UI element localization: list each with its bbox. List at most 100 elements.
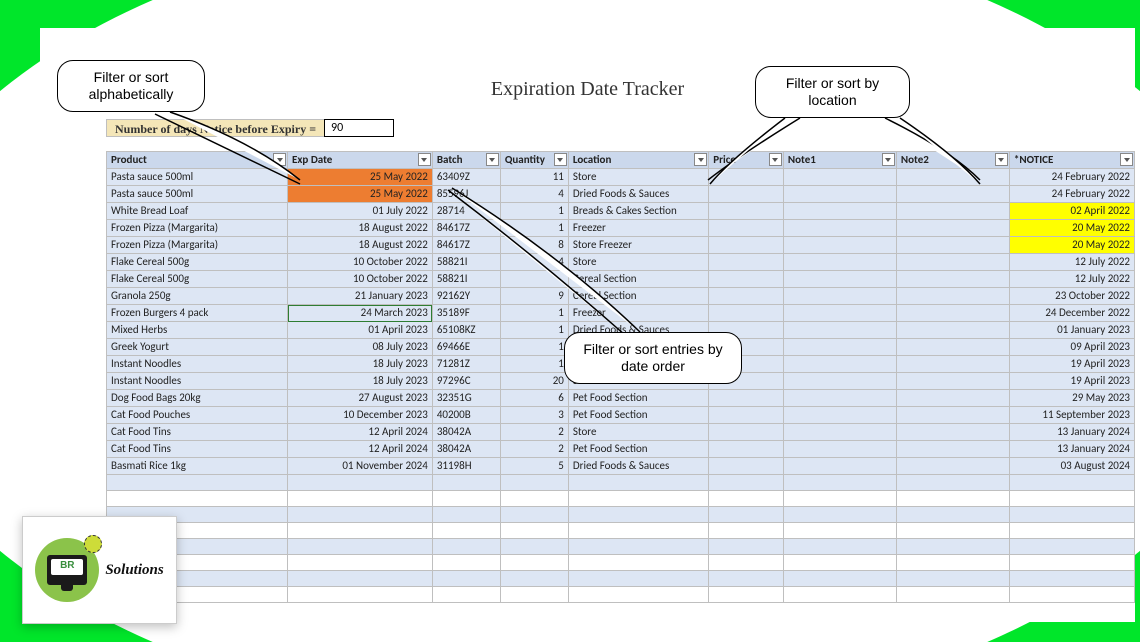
cell[interactable]	[709, 407, 784, 424]
cell[interactable]: Frozen Pizza (Margarita)	[107, 237, 288, 254]
table-row-empty[interactable]	[107, 507, 1135, 523]
table-row[interactable]: Frozen Burgers 4 pack24 March 202335189F…	[107, 305, 1135, 322]
cell[interactable]: Instant Noodles	[107, 373, 288, 390]
cell-empty[interactable]	[896, 587, 1009, 603]
cell[interactable]: 1	[500, 339, 568, 356]
cell[interactable]: 97296C	[432, 373, 500, 390]
cell[interactable]: 84617Z	[432, 220, 500, 237]
cell-empty[interactable]	[500, 587, 568, 603]
cell[interactable]	[783, 186, 896, 203]
cell[interactable]	[783, 424, 896, 441]
cell-empty[interactable]	[107, 491, 288, 507]
cell[interactable]	[896, 220, 1009, 237]
cell[interactable]: Basmati Rice 1kg	[107, 458, 288, 475]
cell-empty[interactable]	[288, 507, 433, 523]
cell[interactable]: 18 July 2023	[288, 356, 433, 373]
cell[interactable]: 19 April 2023	[1009, 356, 1134, 373]
cell[interactable]: 40200B	[432, 407, 500, 424]
cell-empty[interactable]	[288, 555, 433, 571]
cell[interactable]: Cat Food Pouches	[107, 407, 288, 424]
cell[interactable]	[709, 458, 784, 475]
cell[interactable]: Cat Food Tins	[107, 424, 288, 441]
cell-empty[interactable]	[288, 475, 433, 491]
cell[interactable]	[783, 356, 896, 373]
cell[interactable]: 01 April 2023	[288, 322, 433, 339]
cell[interactable]: 58821I	[432, 271, 500, 288]
cell[interactable]: Frozen Burgers 4 pack	[107, 305, 288, 322]
cell-empty[interactable]	[709, 523, 784, 539]
cell-empty[interactable]	[432, 475, 500, 491]
cell[interactable]: 32351G	[432, 390, 500, 407]
cell[interactable]	[896, 169, 1009, 186]
cell-empty[interactable]	[568, 507, 708, 523]
cell[interactable]: Store	[568, 169, 708, 186]
filter-button[interactable]	[486, 153, 499, 166]
cell[interactable]: 09 April 2023	[1009, 339, 1134, 356]
cell-empty[interactable]	[432, 571, 500, 587]
filter-button[interactable]	[995, 153, 1008, 166]
cell[interactable]: 03 August 2024	[1009, 458, 1134, 475]
table-row[interactable]: Cat Food Tins12 April 202438042A2Store13…	[107, 424, 1135, 441]
cell[interactable]	[783, 305, 896, 322]
cell-empty[interactable]	[432, 555, 500, 571]
table-row-empty[interactable]	[107, 539, 1135, 555]
cell-empty[interactable]	[500, 571, 568, 587]
cell-empty[interactable]	[568, 587, 708, 603]
table-row[interactable]: Flake Cereal 500g10 October 202258821I4S…	[107, 254, 1135, 271]
cell[interactable]	[783, 373, 896, 390]
cell-empty[interactable]	[1009, 491, 1134, 507]
cell[interactable]	[783, 407, 896, 424]
filter-button[interactable]	[694, 153, 707, 166]
cell[interactable]	[896, 458, 1009, 475]
cell[interactable]: 20	[500, 373, 568, 390]
cell-empty[interactable]	[288, 571, 433, 587]
cell[interactable]: 1	[500, 203, 568, 220]
cell[interactable]: Pet Food Section	[568, 441, 708, 458]
cell[interactable]: Pasta sauce 500ml	[107, 169, 288, 186]
cell[interactable]: 85596J	[432, 186, 500, 203]
table-row[interactable]: Granola 250g21 January 202392162Y9Cereal…	[107, 288, 1135, 305]
cell-empty[interactable]	[896, 571, 1009, 587]
cell[interactable]: 24 March 2023	[288, 305, 433, 322]
cell[interactable]: Cat Food Tins	[107, 441, 288, 458]
cell-empty[interactable]	[1009, 555, 1134, 571]
cell[interactable]	[896, 254, 1009, 271]
cell-empty[interactable]	[896, 555, 1009, 571]
cell[interactable]: 2	[500, 424, 568, 441]
cell[interactable]: 38042A	[432, 441, 500, 458]
cell[interactable]	[709, 288, 784, 305]
notice-days-input[interactable]: 90	[324, 119, 394, 137]
cell[interactable]	[896, 271, 1009, 288]
cell[interactable]: Freezer	[568, 220, 708, 237]
cell-empty[interactable]	[709, 555, 784, 571]
cell-empty[interactable]	[709, 507, 784, 523]
cell[interactable]: Dried Foods & Sauces	[568, 458, 708, 475]
cell[interactable]	[783, 458, 896, 475]
cell-empty[interactable]	[709, 587, 784, 603]
cell[interactable]: 13 January 2024	[1009, 424, 1134, 441]
cell[interactable]	[783, 203, 896, 220]
cell-empty[interactable]	[1009, 539, 1134, 555]
cell[interactable]: 10 December 2023	[288, 407, 433, 424]
cell-empty[interactable]	[432, 587, 500, 603]
cell-empty[interactable]	[709, 475, 784, 491]
cell[interactable]: Frozen Pizza (Margarita)	[107, 220, 288, 237]
cell[interactable]	[709, 237, 784, 254]
cell-empty[interactable]	[288, 491, 433, 507]
cell[interactable]: 92162Y	[432, 288, 500, 305]
cell[interactable]: 13 January 2024	[1009, 441, 1134, 458]
table-row[interactable]: Pasta sauce 500ml25 May 202263409Z11Stor…	[107, 169, 1135, 186]
cell[interactable]	[896, 407, 1009, 424]
table-row[interactable]: Cat Food Tins12 April 202438042A2Pet Foo…	[107, 441, 1135, 458]
filter-button[interactable]	[273, 153, 286, 166]
cell[interactable]	[709, 186, 784, 203]
cell-empty[interactable]	[500, 523, 568, 539]
cell[interactable]: 4	[500, 186, 568, 203]
cell[interactable]: 71281Z	[432, 356, 500, 373]
cell[interactable]: 29 May 2023	[1009, 390, 1134, 407]
cell[interactable]: 8	[500, 237, 568, 254]
cell-empty[interactable]	[288, 587, 433, 603]
table-row[interactable]: Pasta sauce 500ml25 May 202285596J4Dried…	[107, 186, 1135, 203]
cell[interactable]: Store Freezer	[568, 237, 708, 254]
cell[interactable]	[709, 271, 784, 288]
